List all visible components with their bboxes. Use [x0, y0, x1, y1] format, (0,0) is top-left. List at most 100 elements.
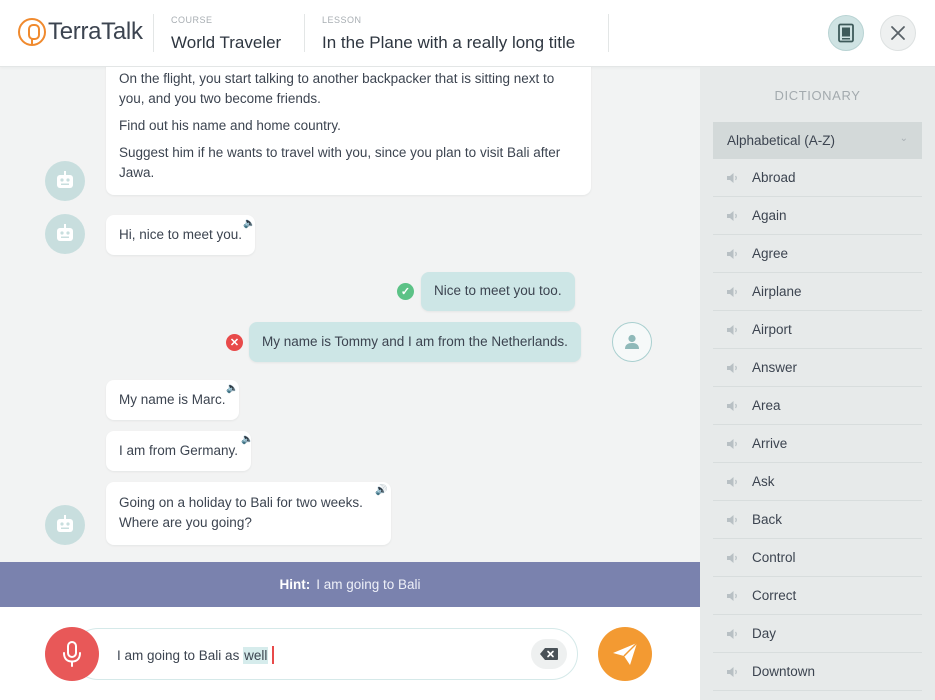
- dictionary-word: Control: [752, 550, 796, 565]
- dictionary-word-item[interactable]: Back: [713, 501, 922, 539]
- sort-label: Alphabetical (A-Z): [727, 133, 836, 148]
- dictionary-word-item[interactable]: Downtown: [713, 653, 922, 691]
- dictionary-word: Area: [752, 398, 781, 413]
- dictionary-word-item[interactable]: Control: [713, 539, 922, 577]
- dictionary-word: Correct: [752, 588, 797, 603]
- speaker-icon[interactable]: [726, 514, 740, 526]
- lesson-title: In the Plane with a really long title: [322, 33, 576, 52]
- dictionary-word: Abroad: [752, 170, 796, 185]
- lesson-info: LESSON In the Plane with a really long t…: [322, 15, 575, 53]
- dictionary-word-item[interactable]: Answer: [713, 349, 922, 387]
- bot-avatar: [45, 505, 85, 545]
- dictionary-word: Airport: [752, 322, 792, 337]
- dictionary-word-item[interactable]: Day: [713, 615, 922, 653]
- bot-message: I am from Germany.: [106, 431, 252, 471]
- message-text: Nice to meet you too.: [434, 283, 562, 298]
- robot-icon: [57, 171, 73, 188]
- text-caret: [272, 646, 274, 664]
- logo[interactable]: TerraTalk: [18, 18, 143, 46]
- hint-bar: Hint: I am going to Bali: [0, 562, 700, 607]
- dictionary-panel: DICTIONARY Alphabetical (A-Z) ⌄ Abroad Ag…: [700, 67, 935, 700]
- microphone-button[interactable]: [45, 627, 99, 681]
- dictionary-word: Agree: [752, 246, 789, 261]
- backspace-icon: [540, 648, 558, 660]
- answer-text-highlight: well: [243, 647, 269, 664]
- speaker-icon[interactable]: 🔈: [226, 383, 238, 394]
- course-info: COURSE World Traveler: [171, 15, 281, 53]
- dictionary-word-item[interactable]: Agree: [713, 235, 922, 273]
- bot-message: Going on a holiday to Bali for two weeks…: [106, 482, 391, 545]
- intro-message: On the flight, you start talking to anot…: [106, 67, 591, 195]
- dictionary-word-item[interactable]: Airplane: [713, 273, 922, 311]
- intro-line: Suggest him if he wants to travel with y…: [119, 145, 561, 180]
- dictionary-word: Day: [752, 626, 777, 641]
- dictionary-button[interactable]: [828, 15, 864, 51]
- speaker-icon[interactable]: [726, 628, 740, 640]
- message-text: I am from Germany.: [119, 443, 239, 458]
- speaker-icon[interactable]: [726, 438, 740, 450]
- dictionary-word-item[interactable]: Abroad: [713, 159, 922, 197]
- answer-input[interactable]: I am going to Bali as well: [72, 628, 578, 680]
- speaker-icon[interactable]: [726, 248, 740, 260]
- user-message: My name is Tommy and I am from the Nethe…: [249, 322, 581, 362]
- composer: I am going to Bali as well: [0, 607, 700, 700]
- header-divider: [153, 14, 154, 52]
- lesson-kicker: LESSON: [322, 15, 362, 25]
- speaker-icon[interactable]: [726, 400, 740, 412]
- answer-input-text[interactable]: I am going to Bali as well: [117, 646, 274, 664]
- send-icon: [613, 642, 638, 665]
- speaker-icon[interactable]: [726, 286, 740, 298]
- logo-text: TerraTalk: [48, 18, 143, 45]
- dictionary-word-item[interactable]: Airport: [713, 311, 922, 349]
- speaker-icon[interactable]: [726, 666, 740, 678]
- speaker-icon[interactable]: [726, 476, 740, 488]
- speaker-icon[interactable]: 🔈: [243, 218, 255, 229]
- bot-avatar: [45, 161, 85, 201]
- dictionary-word: Downtown: [752, 664, 816, 679]
- close-button[interactable]: [880, 15, 916, 51]
- bot-avatar: [45, 214, 85, 254]
- dictionary-word-item[interactable]: Again: [713, 197, 922, 235]
- dictionary-word: Ask: [752, 474, 775, 489]
- bot-message: My name is Marc.: [106, 380, 239, 420]
- hint-label: Hint:: [279, 577, 311, 592]
- speaker-icon[interactable]: [726, 172, 740, 184]
- microphone-icon: [63, 641, 81, 667]
- close-icon: [891, 26, 905, 40]
- speaker-icon[interactable]: [726, 210, 740, 222]
- incorrect-x-icon: ✕: [226, 334, 243, 351]
- dictionary-word: Back: [752, 512, 783, 527]
- sort-dropdown[interactable]: Alphabetical (A-Z) ⌄: [713, 122, 922, 159]
- word-list[interactable]: Abroad Again Agree Airplane Airport Answer Are…: [713, 159, 922, 691]
- correct-check-icon: ✓: [397, 283, 414, 300]
- header-divider: [304, 14, 305, 52]
- dictionary-word-item[interactable]: Correct: [713, 577, 922, 615]
- dictionary-word-item[interactable]: Area: [713, 387, 922, 425]
- speaker-icon[interactable]: 🔊: [375, 485, 387, 496]
- clear-input-button[interactable]: [531, 639, 567, 669]
- speaker-icon[interactable]: 🔈: [241, 434, 253, 445]
- chat-area[interactable]: On the flight, you start talking to anot…: [0, 67, 700, 562]
- course-title: World Traveler: [171, 33, 282, 52]
- intro-line: Find out his name and home country.: [119, 118, 341, 133]
- app-header: TerraTalk COURSE World Traveler LESSON I…: [0, 0, 935, 67]
- dictionary-word: Arrive: [752, 436, 788, 451]
- message-text: My name is Marc.: [119, 392, 226, 407]
- dictionary-word: Airplane: [752, 284, 802, 299]
- robot-icon: [57, 224, 73, 241]
- intro-line: On the flight, you start talking to anot…: [119, 71, 555, 106]
- speaker-icon[interactable]: [726, 362, 740, 374]
- dictionary-word: Again: [752, 208, 787, 223]
- user-icon: [625, 334, 639, 349]
- dictionary-word-item[interactable]: Ask: [713, 463, 922, 501]
- user-message: Nice to meet you too.: [421, 272, 575, 311]
- speaker-icon[interactable]: [726, 324, 740, 336]
- speaker-icon[interactable]: [726, 590, 740, 602]
- answer-text: I am going to Bali as: [117, 648, 244, 663]
- speaker-icon[interactable]: [726, 552, 740, 564]
- book-icon: [838, 23, 854, 43]
- send-button[interactable]: [598, 627, 652, 681]
- dictionary-word-item[interactable]: Arrive: [713, 425, 922, 463]
- header-divider: [608, 14, 609, 52]
- user-avatar: [612, 322, 652, 362]
